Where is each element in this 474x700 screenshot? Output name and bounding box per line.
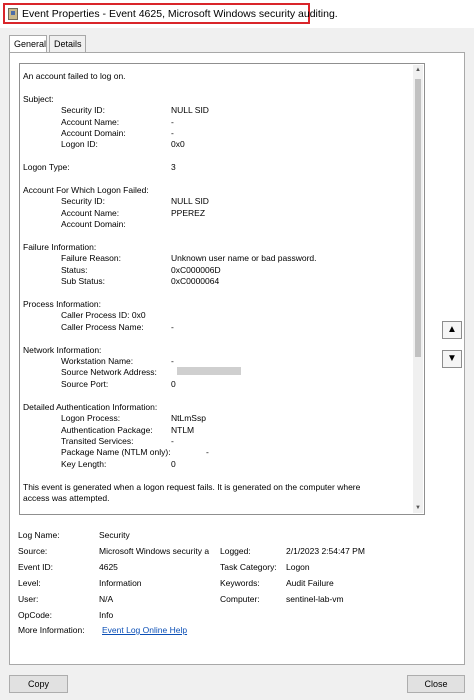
auth-package-label: Authentication Package: bbox=[61, 425, 153, 435]
source-network-address-label: Source Network Address: bbox=[61, 367, 157, 377]
close-button[interactable]: Close bbox=[407, 675, 465, 693]
caller-process-name-value: - bbox=[171, 322, 174, 332]
scroll-down-arrow-icon[interactable]: ▼ bbox=[413, 503, 423, 513]
down-arrow-icon: ▼ bbox=[447, 353, 457, 364]
logon-process-value: NtLmSsp bbox=[171, 413, 206, 423]
status-label: Status: bbox=[61, 265, 88, 275]
sub-status-value: 0xC0000064 bbox=[171, 276, 220, 286]
level-label: Level: bbox=[18, 578, 41, 588]
description-scrollbar[interactable]: ▲ ▼ bbox=[413, 65, 423, 513]
key-length-label: Key Length: bbox=[61, 459, 107, 469]
workstation-name-value: - bbox=[171, 356, 174, 366]
subject-logon-id-value: 0x0 bbox=[171, 139, 185, 149]
auth-package-value: NTLM bbox=[171, 425, 195, 435]
level-value[interactable]: Information bbox=[99, 578, 142, 588]
process-info-header: Process Information: bbox=[23, 299, 101, 309]
tab-general[interactable]: General bbox=[9, 35, 47, 53]
subject-account-name-value: - bbox=[171, 117, 174, 127]
source-label: Source: bbox=[18, 546, 48, 556]
up-arrow-icon: ▲ bbox=[447, 324, 457, 335]
tab-details[interactable]: Details bbox=[49, 35, 86, 52]
transited-services-label: Transited Services: bbox=[61, 436, 134, 446]
failure-reason-value: Unknown user name or bad password. bbox=[171, 253, 317, 263]
failed-security-id-value: NULL SID bbox=[171, 196, 209, 206]
package-name-label: Package Name (NTLM only): bbox=[61, 447, 171, 457]
previous-event-button[interactable]: ▲ bbox=[442, 321, 462, 339]
keywords-value[interactable]: Audit Failure bbox=[286, 578, 334, 588]
footer-line-2: access was attempted. bbox=[23, 493, 110, 503]
user-value[interactable]: N/A bbox=[99, 594, 113, 604]
general-panel: An account failed to log on. Subject: Se… bbox=[9, 52, 465, 665]
source-value[interactable]: Microsoft Windows security a bbox=[99, 546, 214, 556]
logged-label: Logged: bbox=[220, 546, 251, 556]
event-description-box[interactable]: An account failed to log on. Subject: Se… bbox=[19, 63, 425, 515]
logged-value[interactable]: 2/1/2023 2:54:47 PM bbox=[286, 546, 365, 556]
event-id-value[interactable]: 4625 bbox=[99, 562, 118, 572]
copy-button[interactable]: Copy bbox=[9, 675, 68, 693]
window-title: Event Properties - Event 4625, Microsoft… bbox=[22, 8, 338, 20]
auth-info-header: Detailed Authentication Information: bbox=[23, 402, 158, 412]
task-category-value[interactable]: Logon bbox=[286, 562, 310, 572]
workstation-name-label: Workstation Name: bbox=[61, 356, 134, 366]
event-id-label: Event ID: bbox=[18, 562, 53, 572]
failed-security-id-label: Security ID: bbox=[61, 196, 105, 206]
event-viewer-icon bbox=[8, 8, 18, 20]
opcode-label: OpCode: bbox=[18, 610, 53, 620]
failure-info-header: Failure Information: bbox=[23, 242, 97, 252]
computer-label: Computer: bbox=[220, 594, 260, 604]
subject-account-domain-value: - bbox=[171, 128, 174, 138]
subject-security-id-label: Security ID: bbox=[61, 105, 105, 115]
user-label: User: bbox=[18, 594, 39, 604]
footer-line-1: This event is generated when a logon req… bbox=[23, 482, 361, 492]
failure-reason-label: Failure Reason: bbox=[61, 253, 122, 263]
transited-services-value: - bbox=[171, 436, 174, 446]
subject-header: Subject: bbox=[23, 94, 54, 104]
sub-status-label: Sub Status: bbox=[61, 276, 105, 286]
task-category-label: Task Category: bbox=[220, 562, 277, 572]
event-log-online-help-link[interactable]: Event Log Online Help bbox=[102, 625, 187, 635]
status-value: 0xC000006D bbox=[171, 265, 221, 275]
failed-account-name-label: Account Name: bbox=[61, 208, 120, 218]
redacted-address bbox=[177, 367, 241, 375]
logon-type-label: Logon Type: bbox=[23, 162, 70, 172]
title-bar: Event Properties - Event 4625, Microsoft… bbox=[0, 0, 474, 28]
source-port-label: Source Port: bbox=[61, 379, 109, 389]
logon-process-label: Logon Process: bbox=[61, 413, 121, 423]
failed-account-domain-label: Account Domain: bbox=[61, 219, 126, 229]
source-port-value: 0 bbox=[171, 379, 176, 389]
log-name-label: Log Name: bbox=[18, 530, 60, 540]
subject-account-domain-label: Account Domain: bbox=[61, 128, 126, 138]
subject-account-name-label: Account Name: bbox=[61, 117, 120, 127]
scroll-thumb[interactable] bbox=[415, 79, 421, 357]
opcode-value[interactable]: Info bbox=[99, 610, 113, 620]
more-info-label: More Information: bbox=[18, 625, 85, 635]
log-name-value[interactable]: Security bbox=[99, 530, 130, 540]
key-length-value: 0 bbox=[171, 459, 176, 469]
caller-process-name-label: Caller Process Name: bbox=[61, 322, 144, 332]
summary-line: An account failed to log on. bbox=[23, 71, 126, 81]
subject-security-id-value: NULL SID bbox=[171, 105, 209, 115]
subject-logon-id-label: Logon ID: bbox=[61, 139, 98, 149]
failed-account-name-value: PPEREZ bbox=[171, 208, 206, 218]
computer-value[interactable]: sentinel-lab-vm bbox=[286, 594, 344, 604]
logon-type-value: 3 bbox=[171, 162, 176, 172]
failed-account-header: Account For Which Logon Failed: bbox=[23, 185, 149, 195]
scroll-up-arrow-icon[interactable]: ▲ bbox=[413, 65, 423, 75]
next-event-button[interactable]: ▼ bbox=[442, 350, 462, 368]
caller-process-id-line: Caller Process ID: 0x0 bbox=[61, 310, 146, 320]
package-name-value: - bbox=[206, 447, 209, 457]
keywords-label: Keywords: bbox=[220, 578, 260, 588]
network-info-header: Network Information: bbox=[23, 345, 102, 355]
